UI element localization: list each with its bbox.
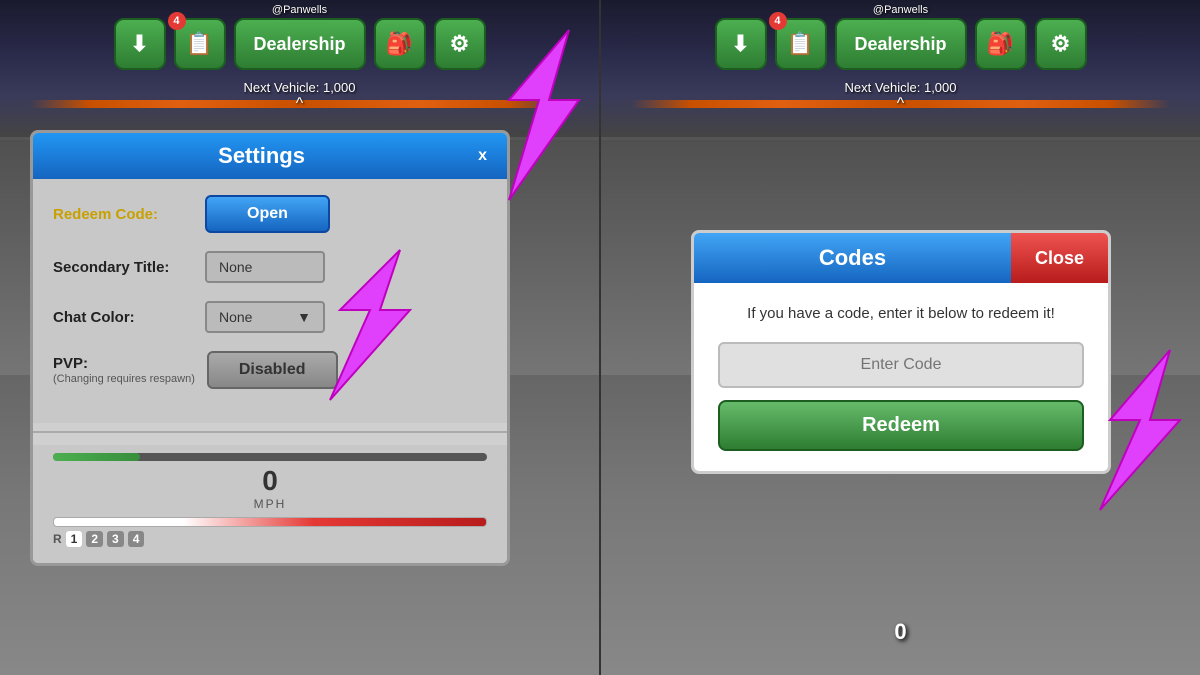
tachometer-bar — [53, 517, 487, 527]
pvp-row: PVP: (Changing requires respawn) Disable… — [53, 351, 487, 389]
codes-body: If you have a code, enter it below to re… — [694, 283, 1108, 471]
right-settings-button[interactable]: ⚙ — [1035, 18, 1087, 70]
settings-close-button[interactable]: x — [474, 147, 491, 165]
secondary-title-select[interactable]: None — [205, 251, 325, 283]
settings-body: Redeem Code: Open Secondary Title: None … — [33, 179, 507, 423]
speedometer-area: 0 MPH R 1 2 3 4 — [33, 445, 507, 563]
left-checklist-wrapper: 📋 4 — [173, 18, 225, 70]
pvp-label-group: PVP: (Changing requires respawn) — [53, 355, 195, 385]
codes-description: If you have a code, enter it below to re… — [718, 303, 1084, 326]
chat-color-label: Chat Color: — [53, 309, 193, 326]
gear-2: 2 — [86, 531, 103, 547]
redeem-code-row: Redeem Code: Open — [53, 195, 487, 233]
right-download-button[interactable]: ⬇ — [714, 18, 766, 70]
right-badge: 4 — [768, 12, 786, 30]
pvp-button[interactable]: Disabled — [207, 351, 338, 389]
reverse-gear-label: R — [53, 532, 62, 546]
gear-4: 4 — [128, 531, 145, 547]
gear-1: 1 — [66, 531, 83, 547]
open-redeem-button[interactable]: Open — [205, 195, 330, 233]
right-chevron-up-icon: ^ — [844, 95, 956, 113]
settings-divider — [33, 431, 507, 433]
codes-panel: Codes Close If you have a code, enter it… — [691, 230, 1111, 474]
score-display: 0 — [894, 619, 906, 645]
right-username: @Panwells — [873, 4, 928, 16]
right-panel: @Panwells ⬇ 📋 4 Dealership 🎒 ⚙ Next Vehi… — [601, 0, 1200, 675]
health-fill — [53, 453, 140, 461]
left-dealership-button[interactable]: Dealership — [233, 18, 365, 70]
codes-title-button[interactable]: Codes — [694, 233, 1011, 283]
chat-color-row: Chat Color: None ▼ — [53, 301, 487, 333]
secondary-title-label: Secondary Title: — [53, 259, 193, 276]
gear-3: 3 — [107, 531, 124, 547]
settings-panel: Settings x Redeem Code: Open Secondary T… — [30, 130, 510, 566]
speed-display: 0 — [53, 465, 487, 497]
pvp-label: PVP: — [53, 355, 88, 372]
settings-title: Settings — [49, 143, 474, 169]
left-badge: 4 — [167, 12, 185, 30]
right-top-bar: ⬇ 📋 4 Dealership 🎒 ⚙ — [714, 18, 1086, 70]
right-next-vehicle: Next Vehicle: 1,000 ^ — [844, 80, 956, 113]
health-bar — [53, 453, 487, 461]
codes-close-button[interactable]: Close — [1011, 233, 1108, 283]
settings-header: Settings x — [33, 133, 507, 179]
left-download-button[interactable]: ⬇ — [113, 18, 165, 70]
left-backpack-button[interactable]: 🎒 — [374, 18, 426, 70]
chevron-up-icon: ^ — [243, 95, 355, 113]
redeem-button[interactable]: Redeem — [718, 400, 1084, 451]
chat-color-select[interactable]: None ▼ — [205, 301, 325, 333]
secondary-title-row: Secondary Title: None — [53, 251, 487, 283]
pvp-note: (Changing requires respawn) — [53, 373, 195, 385]
left-download-wrapper: ⬇ — [113, 18, 165, 70]
right-backpack-button[interactable]: 🎒 — [975, 18, 1027, 70]
right-dealership-button[interactable]: Dealership — [834, 18, 966, 70]
codes-header: Codes Close — [694, 233, 1108, 283]
left-panel: @Panwells ⬇ 📋 4 Dealership 🎒 ⚙ Next Vehi… — [0, 0, 599, 675]
right-checklist-wrapper: 📋 4 — [774, 18, 826, 70]
left-top-bar: ⬇ 📋 4 Dealership 🎒 ⚙ — [113, 18, 485, 70]
dropdown-arrow-icon: ▼ — [297, 309, 311, 325]
redeem-code-label: Redeem Code: — [53, 206, 193, 223]
speed-unit: MPH — [53, 497, 487, 511]
code-input[interactable] — [718, 342, 1084, 388]
gear-bar: R 1 2 3 4 — [53, 531, 487, 547]
left-settings-button[interactable]: ⚙ — [434, 18, 486, 70]
left-username: @Panwells — [272, 4, 327, 16]
right-download-wrapper: ⬇ — [714, 18, 766, 70]
left-next-vehicle: Next Vehicle: 1,000 ^ — [243, 80, 355, 113]
